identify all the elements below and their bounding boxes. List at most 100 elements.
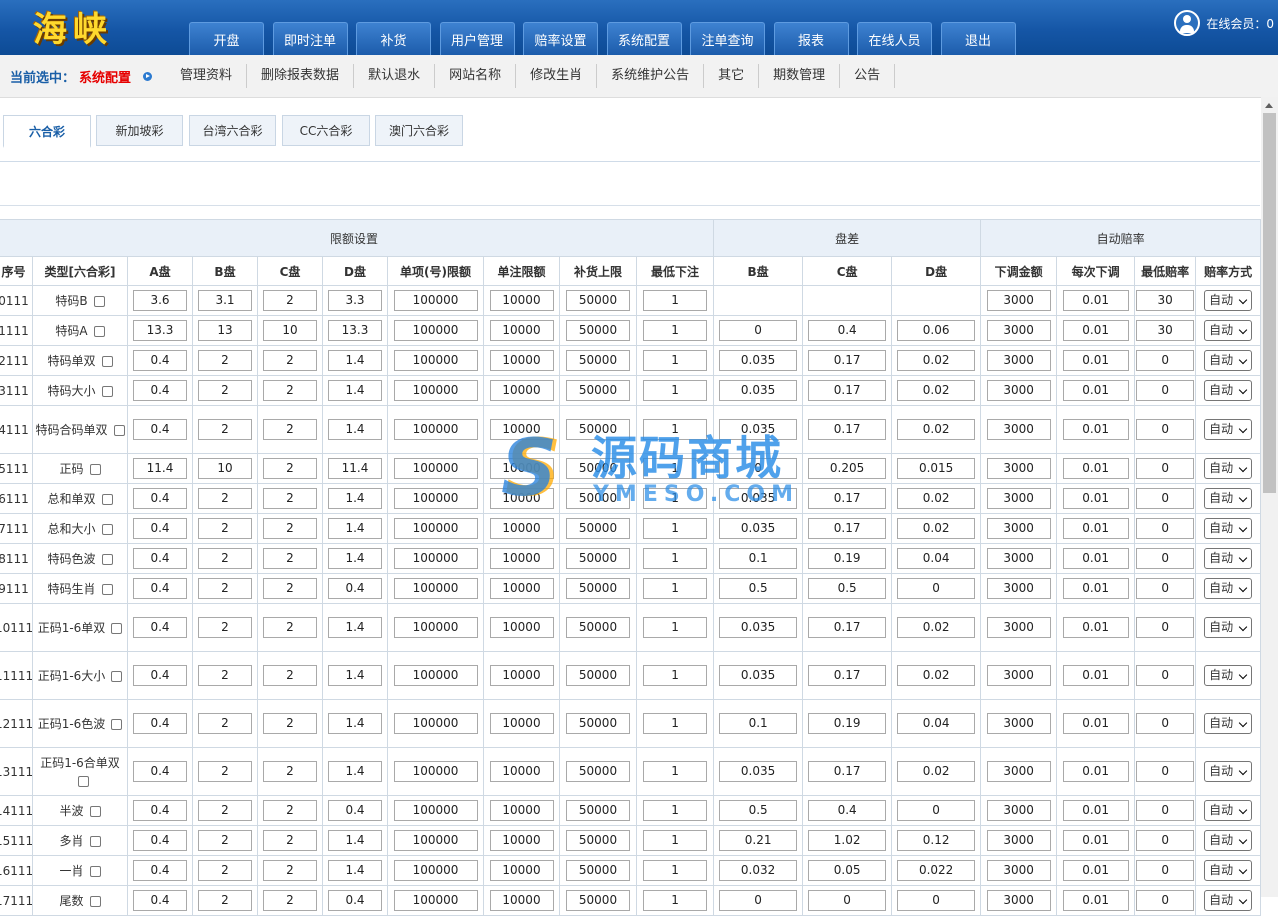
input-min[interactable]: 1 bbox=[643, 380, 708, 401]
input-c[interactable]: 10 bbox=[263, 320, 317, 341]
odds-mode-select[interactable]: 自动 bbox=[1204, 761, 1253, 782]
input-d[interactable]: 3.3 bbox=[328, 290, 382, 311]
input-down[interactable]: 3000 bbox=[986, 617, 1051, 638]
input-d[interactable]: 0.4 bbox=[328, 578, 382, 599]
input-dc[interactable]: 0.17 bbox=[808, 380, 887, 401]
input-db[interactable]: 0.035 bbox=[719, 518, 798, 539]
input-db[interactable]: 0.5 bbox=[719, 800, 798, 821]
input-step[interactable]: 0.01 bbox=[1062, 890, 1129, 911]
input-dd[interactable]: 0.06 bbox=[897, 320, 976, 341]
input-d[interactable]: 1.4 bbox=[328, 488, 382, 509]
input-a[interactable]: 0.4 bbox=[133, 890, 187, 911]
input-dd[interactable]: 0 bbox=[897, 800, 976, 821]
input-step[interactable]: 0.01 bbox=[1062, 713, 1129, 734]
odds-mode-select[interactable]: 自动 bbox=[1204, 458, 1253, 479]
input-db[interactable]: 0.1 bbox=[719, 713, 798, 734]
nav-button[interactable]: 补货 bbox=[356, 22, 431, 55]
input-step[interactable]: 0.01 bbox=[1062, 350, 1129, 371]
row-checkbox[interactable] bbox=[111, 718, 123, 730]
input-dc[interactable]: 0.205 bbox=[808, 458, 887, 479]
odds-mode-select[interactable]: 自动 bbox=[1204, 518, 1253, 539]
input-per[interactable]: 10000 bbox=[489, 350, 554, 371]
input-b[interactable]: 2 bbox=[198, 761, 252, 782]
input-dc[interactable]: 0.17 bbox=[808, 665, 887, 686]
input-min[interactable]: 1 bbox=[643, 665, 708, 686]
input-dd[interactable]: 0.04 bbox=[897, 548, 976, 569]
input-per[interactable]: 10000 bbox=[489, 548, 554, 569]
input-fill[interactable]: 50000 bbox=[566, 665, 630, 686]
input-down[interactable]: 3000 bbox=[986, 761, 1051, 782]
input-a[interactable]: 0.4 bbox=[133, 617, 187, 638]
odds-mode-select[interactable]: 自动 bbox=[1204, 830, 1253, 851]
input-a[interactable]: 0.4 bbox=[133, 488, 187, 509]
input-b[interactable]: 3.1 bbox=[198, 290, 252, 311]
input-fill[interactable]: 50000 bbox=[566, 518, 630, 539]
nav-button[interactable]: 用户管理 bbox=[439, 22, 515, 55]
input-a[interactable]: 0.4 bbox=[133, 419, 187, 440]
input-fill[interactable]: 50000 bbox=[566, 617, 630, 638]
row-checkbox[interactable] bbox=[111, 670, 123, 682]
input-single[interactable]: 100000 bbox=[393, 518, 478, 539]
input-c[interactable]: 2 bbox=[263, 713, 317, 734]
nav-button[interactable]: 系统配置 bbox=[606, 22, 682, 55]
input-b[interactable]: 2 bbox=[198, 890, 252, 911]
input-db[interactable]: 0.032 bbox=[719, 860, 798, 881]
input-min[interactable]: 1 bbox=[643, 458, 708, 479]
input-down[interactable]: 3000 bbox=[986, 800, 1051, 821]
input-fill[interactable]: 50000 bbox=[566, 890, 630, 911]
input-c[interactable]: 2 bbox=[263, 578, 317, 599]
input-low[interactable]: 0 bbox=[1136, 548, 1195, 569]
input-c[interactable]: 2 bbox=[263, 890, 317, 911]
tab-lottery[interactable]: 澳门六合彩 bbox=[375, 115, 463, 146]
input-dd[interactable]: 0.02 bbox=[897, 761, 976, 782]
input-low[interactable]: 0 bbox=[1136, 488, 1195, 509]
input-db[interactable]: 0.5 bbox=[719, 578, 798, 599]
input-fill[interactable]: 50000 bbox=[566, 419, 630, 440]
input-fill[interactable]: 50000 bbox=[566, 380, 630, 401]
input-per[interactable]: 10000 bbox=[489, 518, 554, 539]
sub-nav-item[interactable]: 删除报表数据 bbox=[247, 64, 355, 88]
input-d[interactable]: 13.3 bbox=[328, 320, 382, 341]
vertical-scrollbar[interactable] bbox=[1261, 97, 1278, 897]
row-checkbox[interactable] bbox=[89, 865, 101, 877]
input-a[interactable]: 0.4 bbox=[133, 380, 187, 401]
input-dc[interactable]: 0.19 bbox=[808, 548, 887, 569]
nav-button[interactable]: 退出 bbox=[940, 22, 1016, 55]
input-single[interactable]: 100000 bbox=[393, 548, 478, 569]
input-fill[interactable]: 50000 bbox=[566, 458, 630, 479]
input-a[interactable]: 0.4 bbox=[133, 548, 187, 569]
nav-button[interactable]: 赔率设置 bbox=[523, 22, 598, 55]
input-d[interactable]: 1.4 bbox=[328, 350, 382, 371]
input-per[interactable]: 10000 bbox=[489, 578, 554, 599]
row-checkbox[interactable] bbox=[89, 805, 101, 817]
input-d[interactable]: 0.4 bbox=[328, 890, 382, 911]
odds-mode-select[interactable]: 自动 bbox=[1204, 290, 1253, 311]
input-d[interactable]: 0.4 bbox=[328, 800, 382, 821]
input-dc[interactable]: 0.17 bbox=[808, 350, 887, 371]
input-step[interactable]: 0.01 bbox=[1062, 761, 1129, 782]
input-down[interactable]: 3000 bbox=[986, 578, 1051, 599]
row-checkbox[interactable] bbox=[101, 523, 113, 535]
input-b[interactable]: 2 bbox=[198, 860, 252, 881]
sub-nav-item[interactable]: 其它 bbox=[704, 64, 760, 88]
input-low[interactable]: 0 bbox=[1136, 617, 1195, 638]
odds-mode-select[interactable]: 自动 bbox=[1204, 617, 1253, 638]
nav-button[interactable]: 报表 bbox=[773, 22, 849, 55]
input-dd[interactable]: 0.02 bbox=[897, 419, 976, 440]
input-a[interactable]: 0.4 bbox=[133, 665, 187, 686]
input-down[interactable]: 3000 bbox=[986, 713, 1051, 734]
input-step[interactable]: 0.01 bbox=[1062, 290, 1129, 311]
input-per[interactable]: 10000 bbox=[489, 320, 554, 341]
input-low[interactable]: 30 bbox=[1136, 320, 1195, 341]
input-db[interactable]: 0.035 bbox=[719, 380, 798, 401]
nav-button[interactable]: 注单查询 bbox=[690, 22, 765, 55]
input-per[interactable]: 10000 bbox=[489, 713, 554, 734]
input-a[interactable]: 0.4 bbox=[133, 350, 187, 371]
input-b[interactable]: 13 bbox=[198, 320, 252, 341]
input-single[interactable]: 100000 bbox=[393, 458, 478, 479]
nav-button[interactable]: 在线人员 bbox=[857, 22, 932, 55]
input-min[interactable]: 1 bbox=[643, 320, 708, 341]
input-b[interactable]: 2 bbox=[198, 419, 252, 440]
input-d[interactable]: 1.4 bbox=[328, 860, 382, 881]
input-db[interactable]: 0.035 bbox=[719, 350, 798, 371]
